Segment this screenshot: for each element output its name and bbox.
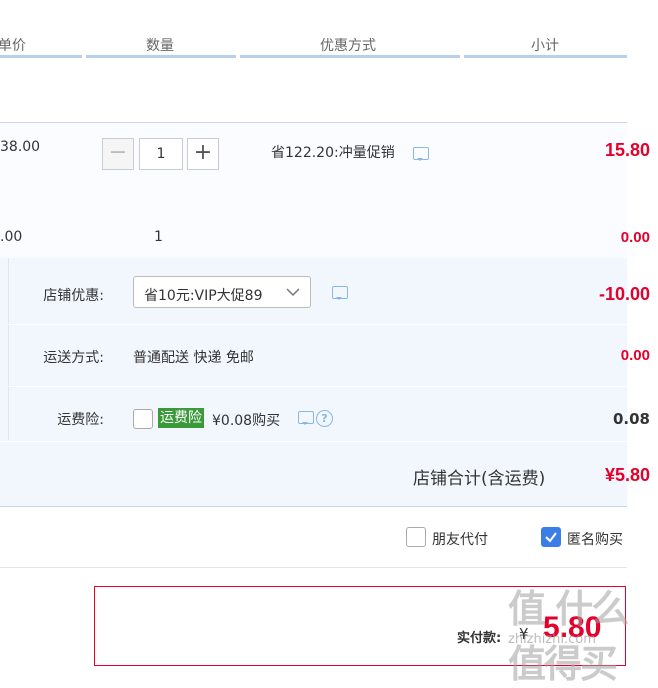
insurance-amount: 0.08 — [612, 410, 650, 428]
friend-pay-checkbox[interactable] — [406, 527, 426, 547]
shop-total-value: ¥5.80 — [604, 465, 650, 485]
row-divider — [0, 441, 627, 442]
qty-input[interactable]: 1 — [139, 138, 183, 170]
watermark-url: zhizhizhi.com — [508, 632, 596, 647]
item-subtotal: 15.80 — [604, 140, 650, 160]
shop-discount-select[interactable]: 省10元:VIP大促89 — [133, 276, 311, 308]
header-underline — [86, 55, 236, 58]
qty-minus-button[interactable]: − — [102, 138, 134, 170]
gift-subtotal: 0.00 — [620, 229, 650, 246]
anonymous-checkbox[interactable] — [541, 527, 561, 547]
help-icon[interactable]: ? — [316, 410, 333, 427]
col-subtotal: 小计 — [531, 38, 559, 54]
col-qty: 数量 — [146, 38, 174, 54]
anonymous-label[interactable]: 匿名购买 — [567, 529, 623, 549]
row-divider — [8, 324, 627, 325]
shipping-label: 运送方式: — [43, 350, 104, 366]
shop-discount-label: 店铺优惠: — [43, 288, 104, 304]
insurance-label: 运费险: — [57, 412, 104, 428]
col-price: 单价 — [0, 38, 26, 54]
insurance-badge: 运费险 — [158, 408, 204, 428]
promo-text: 省122.20:冲量促销 — [271, 145, 395, 161]
col-discount: 优惠方式 — [320, 38, 376, 54]
shipping-amount: 0.00 — [620, 347, 650, 364]
header-underline — [0, 55, 82, 58]
check-icon — [545, 532, 557, 543]
shipping-value: 普通配送 快递 免邮 — [133, 350, 254, 366]
insurance-text: ¥0.08购买 — [212, 413, 281, 429]
column-header: 单价 数量 优惠方式 小计 — [0, 0, 627, 58]
shop-discount-amount: -10.00 — [598, 284, 650, 304]
chevron-down-icon — [286, 288, 300, 297]
chat-icon[interactable] — [332, 286, 348, 300]
gift-qty: 1 — [154, 229, 163, 245]
qty-plus-button[interactable]: + — [187, 138, 219, 170]
header-underline — [464, 55, 627, 58]
shop-total-label: 店铺合计(含运费) — [413, 469, 546, 489]
pay-label: 实付款: — [457, 631, 502, 646]
header-underline — [240, 55, 460, 58]
item-price: 38.00 — [0, 139, 41, 155]
friend-pay-label[interactable]: 朋友代付 — [432, 529, 488, 549]
insurance-checkbox[interactable] — [133, 409, 153, 429]
chat-icon[interactable] — [298, 411, 314, 425]
card-left-edge — [0, 258, 9, 440]
divider — [0, 567, 627, 568]
shop-discount-value: 省10元:VIP大促89 — [144, 288, 263, 304]
row-divider — [8, 386, 627, 387]
gift-price: .00 — [0, 229, 23, 245]
chat-icon[interactable] — [413, 147, 429, 161]
